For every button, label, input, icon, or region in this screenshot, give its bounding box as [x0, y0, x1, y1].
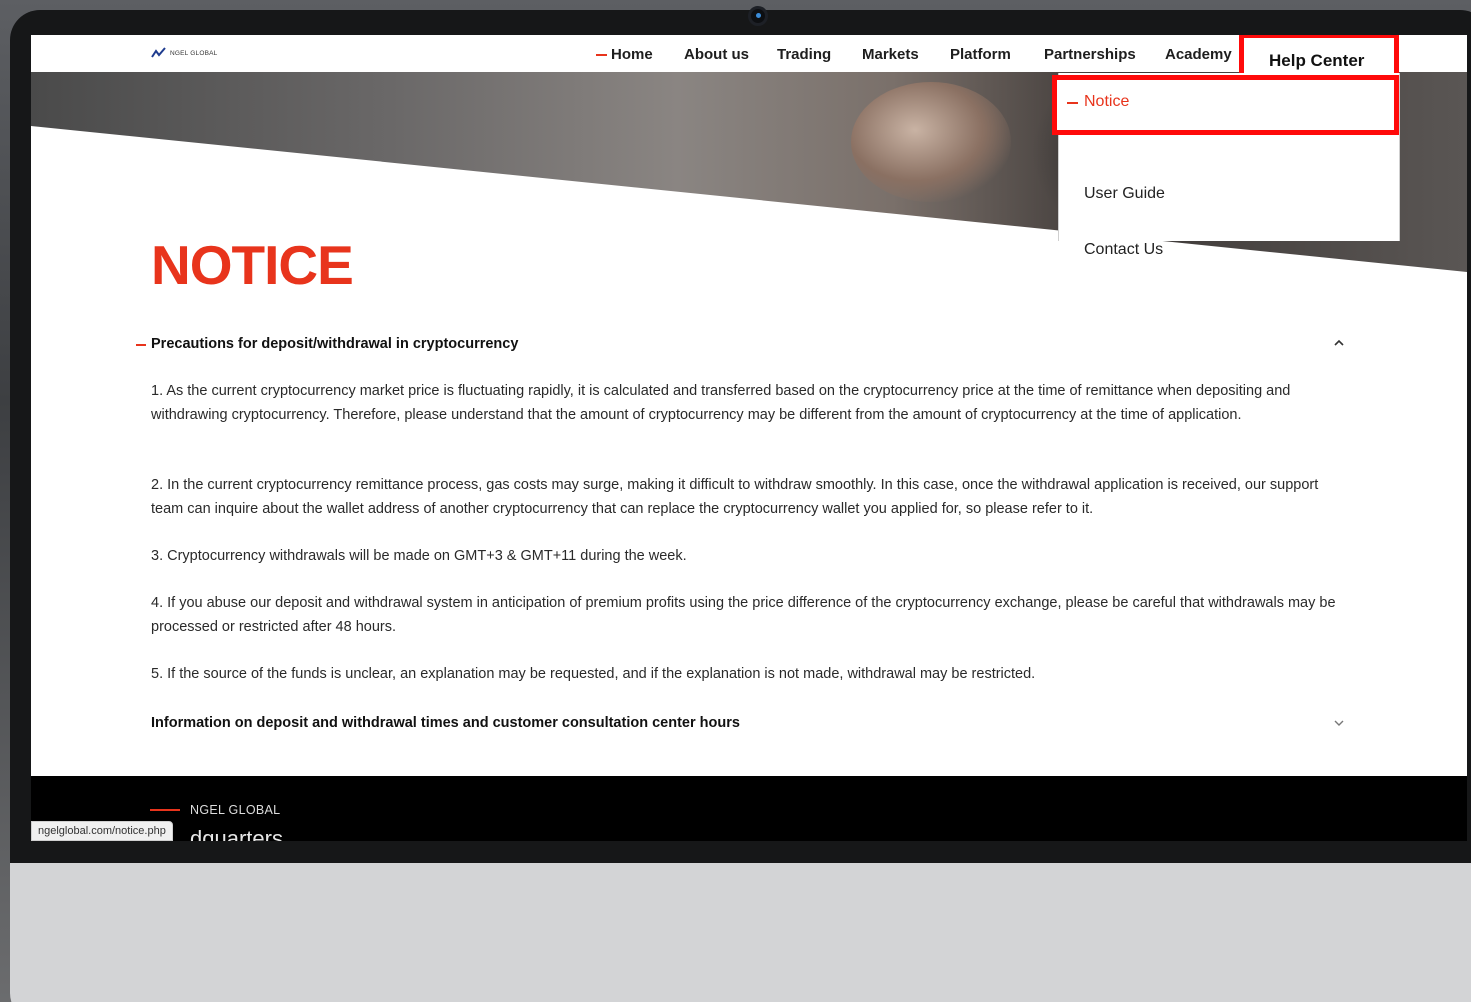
- page-title: NOTICE: [151, 234, 354, 296]
- notice-paragraph-4: 4. If you abuse our deposit and withdraw…: [151, 595, 1336, 635]
- laptop-base: [10, 863, 1471, 1002]
- notice-paragraph-3: 3. Cryptocurrency withdrawals will be ma…: [151, 548, 687, 564]
- notice-paragraph-2: 2. In the current cryptocurrency remitta…: [151, 477, 1319, 517]
- dropdown-item-user-guide[interactable]: User Guide: [1084, 185, 1165, 203]
- notice-paragraph-1: 1. As the current cryptocurrency market …: [151, 383, 1291, 423]
- hero-image-hand: [851, 82, 1011, 202]
- webcam: [748, 6, 768, 26]
- chevron-up-icon[interactable]: [1331, 335, 1347, 351]
- logo-text: NGEL GLOBAL: [170, 49, 218, 57]
- footer-headquarters-heading: dquarters: [190, 826, 283, 841]
- link-status-url: ngelglobal.com/notice.php: [31, 821, 173, 841]
- nav-partnerships[interactable]: Partnerships: [1044, 46, 1136, 63]
- dropdown-item-notice-label: Notice: [1066, 93, 1130, 110]
- footer-accent-line: [150, 809, 180, 811]
- dropdown-item-contact-us[interactable]: Contact Us: [1084, 241, 1163, 259]
- help-center-label: Help Center: [1269, 51, 1365, 70]
- site-footer: NGEL GLOBAL dquarters: [31, 776, 1467, 841]
- dropdown-item-notice[interactable]: Notice: [1052, 75, 1399, 135]
- accordion-header-times[interactable]: Information on deposit and withdrawal ti…: [151, 715, 740, 731]
- nav-home[interactable]: Home: [596, 46, 653, 63]
- notice-paragraph-5: 5. If the source of the funds is unclear…: [151, 666, 1036, 682]
- logo-mark-icon: [151, 47, 166, 58]
- nav-trading[interactable]: Trading: [777, 46, 831, 63]
- nav-platform[interactable]: Platform: [950, 46, 1011, 63]
- top-navigation: NGEL GLOBAL Home About us Trading Market…: [31, 35, 1467, 85]
- chevron-down-icon[interactable]: [1331, 715, 1347, 731]
- accordion-header-precautions[interactable]: Precautions for deposit/withdrawal in cr…: [135, 336, 518, 352]
- browser-viewport: NGEL GLOBAL Home About us Trading Market…: [31, 35, 1467, 841]
- nav-markets[interactable]: Markets: [862, 46, 919, 63]
- screenshot-scene: NGEL GLOBAL Home About us Trading Market…: [0, 0, 1471, 1002]
- site-logo[interactable]: NGEL GLOBAL: [151, 47, 217, 59]
- nav-about-us[interactable]: About us: [684, 46, 749, 63]
- footer-brand: NGEL GLOBAL: [190, 803, 281, 817]
- nav-academy[interactable]: Academy: [1165, 46, 1232, 63]
